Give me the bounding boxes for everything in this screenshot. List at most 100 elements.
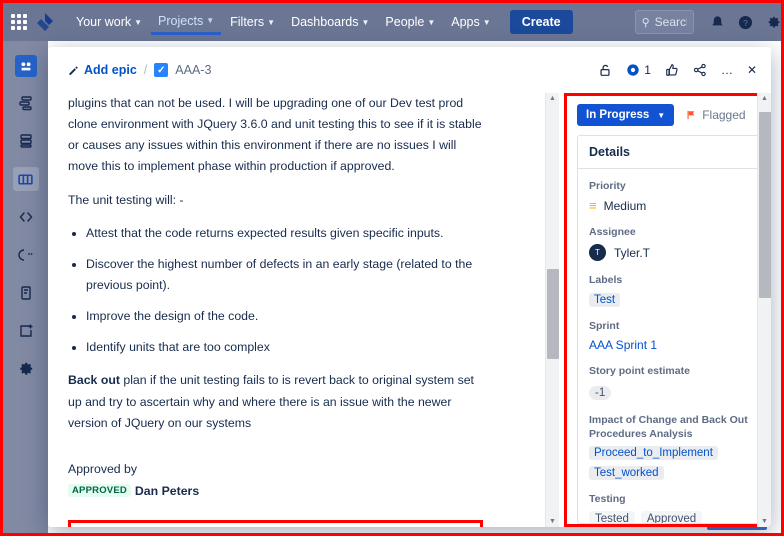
list-item: Improve the design of the code. — [86, 306, 483, 327]
field-value[interactable]: Proceed_to_Implement Test_worked — [589, 446, 771, 481]
priority-value: Medium — [603, 198, 647, 213]
field-sprint: Sprint AAA Sprint 1 — [589, 319, 771, 352]
task-check-icon: ✓ — [154, 63, 169, 77]
scrollbar-thumb[interactable] — [547, 268, 559, 360]
list-item: Identify units that are too complex — [86, 337, 483, 358]
issue-details-column: In Progress ▼ Flagged Details ▲ — [564, 93, 771, 527]
close-icon[interactable]: ✕ — [747, 63, 757, 77]
scroll-down-arrow-icon[interactable]: ▼ — [549, 516, 556, 527]
breadcrumb-separator: / — [143, 63, 148, 77]
jira-logo-icon[interactable] — [33, 10, 57, 34]
scroll-up-arrow-icon[interactable]: ▲ — [761, 93, 768, 104]
chevron-down-icon: ▼ — [206, 16, 215, 25]
chevron-down-icon: ▼ — [134, 17, 143, 27]
nav-item-projects[interactable]: Projects ▼ — [151, 10, 222, 35]
status-label: In Progress — [586, 109, 650, 121]
search-input[interactable] — [654, 15, 687, 29]
pencil-icon — [69, 65, 78, 75]
nav-item-apps[interactable]: Apps ▼ — [444, 11, 497, 33]
issue-description: plugins that can not be used. I will be … — [68, 93, 483, 446]
field-impact-analysis: Impact of Change and Back Out Procedures… — [589, 413, 771, 481]
approver-name: Dan Peters — [134, 483, 200, 498]
more-actions-icon[interactable]: … — [721, 63, 733, 77]
issue-description-column: plugins that can not be used. I will be … — [48, 93, 503, 527]
impact-tag[interactable]: Test_worked — [589, 466, 664, 481]
sidebar-item-roadmap[interactable] — [13, 91, 39, 115]
nav-label: Filters — [230, 15, 265, 29]
nav-item-people[interactable]: People ▼ — [378, 11, 442, 33]
chevron-down-icon: ▼ — [482, 17, 491, 27]
nav-label: Projects — [158, 13, 204, 28]
sidebar-item-releases[interactable] — [13, 243, 39, 267]
modal-scrollbar[interactable]: ▲ ▼ — [757, 93, 771, 527]
field-value[interactable]: ≡ Medium — [589, 198, 771, 213]
lock-icon[interactable] — [598, 63, 612, 78]
sidebar-item-board[interactable] — [12, 167, 39, 191]
notification-bell-icon[interactable] — [710, 15, 725, 30]
scrollbar-track[interactable] — [546, 104, 559, 516]
status-row: In Progress ▼ Flagged — [577, 104, 771, 126]
field-label: Testing — [589, 493, 626, 506]
sidebar-item-project-settings[interactable] — [13, 357, 39, 381]
modal-body: plugins that can not be used. I will be … — [48, 93, 771, 527]
field-label: Assignee — [589, 226, 636, 239]
chevron-down-icon: ▼ — [267, 17, 276, 27]
sidebar-item-code[interactable] — [13, 205, 39, 229]
description-paragraph-2: The unit testing will: - — [68, 192, 184, 207]
add-epic-link[interactable]: Add epic — [68, 63, 137, 77]
project-avatar-icon[interactable] — [14, 55, 37, 77]
app-switcher-icon[interactable] — [11, 11, 27, 33]
sidebar-item-pages[interactable] — [13, 281, 39, 305]
screenshot-root: Your work ▼ Projects ▼ Filters ▼ Dashboa… — [0, 0, 784, 536]
settings-gear-icon[interactable] — [766, 15, 781, 30]
top-nav-icon-group: ? — [710, 15, 781, 30]
backout-paragraph: Back out plan if the unit testing fails … — [68, 370, 483, 433]
sprint-value-link[interactable]: AAA Sprint 1 — [589, 338, 771, 352]
nav-label: Apps — [451, 15, 480, 29]
impact-tag[interactable]: Proceed_to_Implement — [589, 446, 718, 461]
thumbs-up-icon[interactable] — [665, 63, 679, 77]
top-navigation-bar: Your work ▼ Projects ▼ Filters ▼ Dashboa… — [3, 3, 781, 41]
field-value[interactable]: T Tyler.T — [589, 244, 771, 262]
testing-tag[interactable]: Approved — [640, 511, 703, 523]
field-testing: Testing Tested Approved Implemented — [589, 492, 771, 523]
nav-label: People — [385, 15, 425, 29]
scroll-up-arrow-icon[interactable]: ▲ — [549, 93, 556, 104]
avatar: T — [589, 244, 606, 262]
share-icon[interactable] — [693, 63, 707, 77]
nav-item-your-work[interactable]: Your work ▼ — [69, 11, 149, 33]
field-label: Priority — [589, 180, 626, 192]
description-scrollbar[interactable]: ▲ ▼ — [545, 93, 559, 527]
backout-rest: plan if the unit testing fails to is rev… — [68, 373, 474, 430]
search-box[interactable]: ⚲ — [634, 10, 694, 34]
chevron-down-icon: ▼ — [657, 110, 666, 120]
flagged-toggle[interactable]: Flagged — [686, 108, 746, 122]
scrollbar-track[interactable] — [758, 104, 771, 516]
testing-tag[interactable]: Tested — [589, 511, 635, 523]
nav-label: Dashboards — [291, 15, 359, 29]
field-value[interactable]: Test — [589, 292, 771, 307]
assignee-value: Tyler.T — [614, 245, 651, 260]
highlighted-comment: I have now approved this to be implement… — [68, 519, 483, 527]
status-dropdown-button[interactable]: In Progress ▼ — [577, 104, 675, 126]
nav-item-filters[interactable]: Filters ▼ — [223, 11, 282, 33]
help-icon[interactable]: ? — [738, 15, 753, 30]
unit-testing-list: Attest that the code returns expected re… — [86, 223, 483, 359]
flagged-label: Flagged — [702, 108, 746, 122]
scrollbar-thumb[interactable] — [759, 112, 771, 298]
flag-icon — [687, 110, 695, 120]
label-tag[interactable]: Test — [589, 292, 621, 307]
details-panel-header[interactable]: Details ▲ — [578, 136, 771, 169]
sidebar-item-backlog[interactable] — [13, 129, 39, 153]
field-value[interactable]: -1 — [589, 383, 771, 401]
issue-key-link[interactable]: AAA-3 — [175, 63, 211, 77]
watch-eye-icon[interactable]: 1 — [626, 63, 651, 77]
scroll-down-arrow-icon[interactable]: ▼ — [761, 516, 768, 527]
create-button[interactable]: Create — [509, 10, 573, 34]
approved-by-label: Approved by — [68, 461, 138, 476]
field-value[interactable]: Tested Approved Implemented — [589, 511, 771, 523]
field-label: Story point estimate — [589, 364, 690, 377]
sidebar-item-add[interactable] — [13, 319, 39, 343]
field-label: Labels — [589, 274, 623, 287]
nav-item-dashboards[interactable]: Dashboards ▼ — [284, 11, 376, 33]
